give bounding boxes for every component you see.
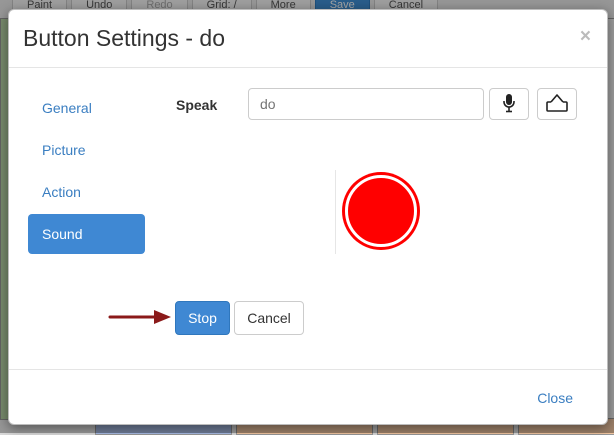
settings-nav: General Picture Action Sound — [28, 88, 145, 256]
stop-button[interactable]: Stop — [175, 301, 230, 335]
close-button[interactable]: Close — [537, 390, 573, 406]
button-settings-modal: Button Settings - do × General Picture A… — [8, 9, 608, 425]
cancel-button[interactable]: Cancel — [234, 301, 304, 335]
microphone-icon — [502, 93, 516, 116]
content-divider — [335, 170, 336, 254]
record-button[interactable] — [341, 171, 421, 251]
speak-label: Speak — [176, 97, 218, 113]
modal-title: Button Settings - do — [23, 25, 226, 51]
nav-item-picture[interactable]: Picture — [28, 130, 145, 170]
modal-footer: Close — [9, 369, 607, 425]
nav-item-general[interactable]: General — [28, 88, 145, 128]
upload-icon — [545, 93, 569, 116]
upload-sound-button[interactable] — [537, 88, 577, 120]
record-icon — [341, 172, 421, 254]
record-voice-button[interactable] — [489, 88, 529, 120]
nav-item-action[interactable]: Action — [28, 172, 145, 212]
modal-header: Button Settings - do × — [9, 10, 607, 68]
nav-item-sound[interactable]: Sound — [28, 214, 145, 254]
speak-input[interactable] — [248, 88, 484, 120]
close-icon[interactable]: × — [580, 26, 591, 48]
arrow-pointer-icon — [108, 309, 172, 330]
